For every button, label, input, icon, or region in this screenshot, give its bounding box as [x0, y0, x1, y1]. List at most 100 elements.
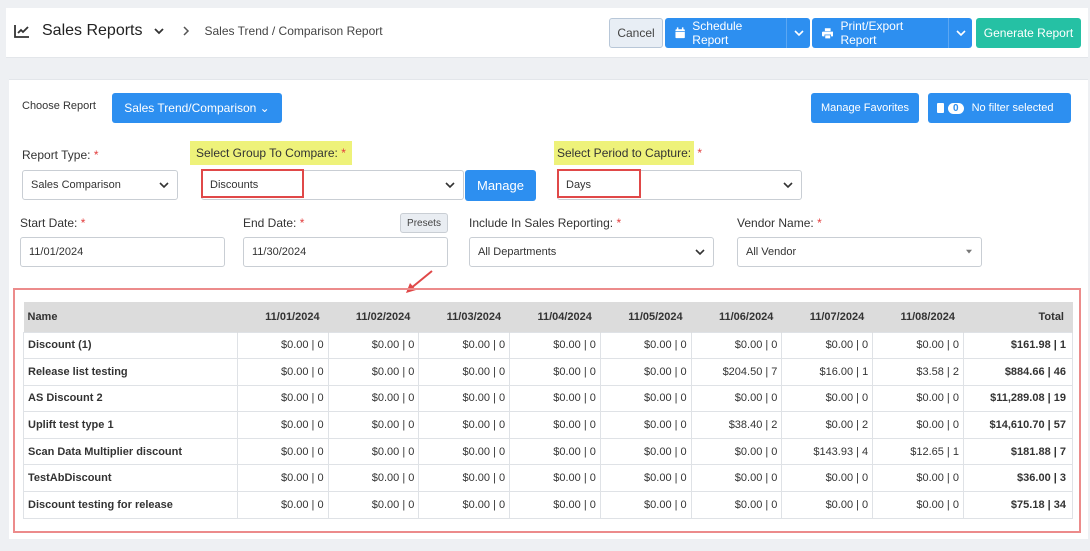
table-cell: $16.00 | 1 [781, 358, 874, 386]
include-sales-select[interactable]: All Departments [469, 237, 714, 267]
table-cell: $0.00 | 0 [872, 411, 964, 439]
table-cell: $0.00 | 0 [690, 464, 783, 493]
vendor-name-label: Vendor Name: * [737, 216, 822, 230]
table-cell: $0.00 | 0 [327, 491, 420, 519]
table-cell: $0.00 | 0 [690, 331, 783, 360]
table-cell: $12.65 | 1 [872, 437, 964, 466]
table-cell: $0.00 | 0 [781, 491, 874, 519]
row-total-cell: $884.66 | 46 [962, 358, 1074, 386]
table-cell: $0.00 | 0 [509, 491, 601, 519]
table-cell: $0.00 | 0 [872, 491, 964, 519]
column-header-date[interactable]: 11/04/2024 [509, 302, 601, 332]
table-cell: $0.00 | 0 [690, 384, 783, 413]
row-total-cell: $75.18 | 34 [962, 491, 1074, 519]
column-header-date[interactable]: 11/06/2024 [691, 302, 783, 332]
print-export-main[interactable]: Print/Export Report [812, 18, 948, 48]
chevron-down-icon [783, 182, 793, 189]
row-total-cell: $161.98 | 1 [962, 331, 1074, 360]
presets-button[interactable]: Presets [400, 213, 448, 233]
manage-favorites-button[interactable]: Manage Favorites [811, 93, 919, 123]
table-cell: $0.00 | 0 [509, 331, 601, 360]
table-row: Scan Data Multiplier discount $0.00 | 0 $0… [23, 437, 1074, 466]
table-cell: $0.00 | 0 [236, 437, 329, 466]
column-header-total[interactable]: Total [963, 302, 1074, 332]
end-date-input[interactable]: 11/30/2024 [243, 237, 448, 267]
start-date-label: Start Date: * [20, 216, 86, 230]
table-cell: $0.00 | 0 [327, 384, 420, 413]
table-cell: $0.00 | 0 [509, 411, 601, 439]
table-cell: $0.00 | 0 [418, 384, 511, 413]
table-cell: $0.00 | 0 [418, 464, 511, 493]
print-export-button[interactable]: Print/Export Report [812, 18, 972, 48]
chevron-down-icon [159, 182, 169, 189]
include-sales-label: Include In Sales Reporting: * [469, 216, 622, 230]
table-cell: $0.00 | 0 [236, 358, 329, 386]
filter-status: No filter selected [971, 102, 1054, 114]
report-type-label: Report Type: * [22, 148, 99, 162]
generate-report-button[interactable]: Generate Report [976, 18, 1081, 48]
schedule-report-button[interactable]: Schedule Report [665, 18, 810, 48]
group-compare-label: Select Group To Compare: * [190, 141, 352, 165]
choose-report-dropdown[interactable]: Sales Trend/Comparison ⌄ [112, 93, 282, 123]
column-header-date[interactable]: 11/03/2024 [418, 302, 511, 332]
table-cell: $0.00 | 0 [690, 437, 783, 466]
table-cell: $0.00 | 0 [418, 411, 511, 439]
results-table: Name 11/01/2024 11/02/2024 11/03/2024 11/04/… [23, 302, 1074, 519]
start-date-input[interactable]: 11/01/2024 [20, 237, 225, 267]
table-cell: $0.00 | 0 [327, 411, 420, 439]
report-title-group[interactable]: Sales Reports Sales Trend / Comparison R… [14, 22, 383, 40]
table-row: Discount (1) $0.00 | 0 $0.00 | 0 $0.00 | 0 $… [23, 331, 1074, 360]
vendor-name-value: All Vendor [746, 246, 797, 258]
print-export-label: Print/Export Report [840, 19, 904, 47]
row-name-cell: Discount testing for release [23, 491, 238, 519]
row-name-cell: TestAbDiscount [23, 464, 238, 493]
table-cell: $143.93 | 4 [781, 437, 874, 466]
row-total-cell: $181.88 | 7 [962, 437, 1074, 466]
schedule-dropdown-toggle[interactable] [786, 18, 810, 48]
table-cell: $0.00 | 0 [327, 437, 420, 466]
table-cell: $0.00 | 0 [509, 384, 601, 413]
period-capture-label: Select Period to Capture: * [554, 141, 702, 165]
column-header-date[interactable]: 11/01/2024 [237, 302, 329, 332]
end-date-label: End Date: * [243, 216, 305, 230]
report-type-select[interactable]: Sales Comparison [22, 170, 178, 200]
table-cell: $0.00 | 0 [599, 464, 692, 493]
row-name-cell: Release list testing [23, 358, 238, 386]
caret-down-icon [966, 249, 972, 254]
column-header-name[interactable]: Name [23, 302, 238, 332]
column-header-date[interactable]: 11/05/2024 [600, 302, 692, 332]
table-cell: $0.00 | 0 [599, 358, 692, 386]
column-header-date[interactable]: 11/07/2024 [781, 302, 874, 332]
table-cell: $0.00 | 0 [781, 384, 874, 413]
filter-button[interactable]: 0 No filter selected [928, 93, 1071, 123]
table-cell: $0.00 | 0 [599, 491, 692, 519]
results-table-container: Name 11/01/2024 11/02/2024 11/03/2024 11/04/… [13, 288, 1081, 533]
chevron-down-icon [695, 249, 705, 256]
table-cell: $0.00 | 0 [599, 437, 692, 466]
row-name-cell: Scan Data Multiplier discount [23, 437, 238, 466]
table-row: Release list testing $0.00 | 0 $0.00 | 0 $0… [23, 358, 1074, 386]
page-title: Sales Reports [42, 22, 143, 39]
column-header-date[interactable]: 11/08/2024 [872, 302, 964, 332]
row-total-cell: $36.00 | 3 [962, 464, 1074, 493]
printer-icon [822, 27, 834, 39]
chevron-down-icon [955, 30, 966, 37]
table-cell: $0.00 | 0 [236, 384, 329, 413]
table-cell: $0.00 | 0 [418, 331, 511, 360]
manage-button[interactable]: Manage [465, 170, 536, 201]
schedule-report-main[interactable]: Schedule Report [665, 18, 786, 48]
vendor-name-select[interactable]: All Vendor [737, 237, 982, 267]
column-header-date[interactable]: 11/02/2024 [328, 302, 420, 332]
table-cell: $0.00 | 0 [599, 384, 692, 413]
table-cell: $0.00 | 2 [781, 411, 874, 439]
table-cell: $0.00 | 0 [327, 331, 420, 360]
chevron-down-icon[interactable] [153, 25, 165, 37]
table-cell: $0.00 | 0 [509, 358, 601, 386]
table-cell: $204.50 | 7 [690, 358, 783, 386]
table-row: Uplift test type 1 $0.00 | 0 $0.00 | 0 $0.0… [23, 411, 1074, 439]
cancel-button[interactable]: Cancel [609, 18, 663, 48]
print-dropdown-toggle[interactable] [948, 18, 972, 48]
table-cell: $0.00 | 0 [690, 491, 783, 519]
table-cell: $0.00 | 0 [509, 464, 601, 493]
table-cell: $0.00 | 0 [781, 331, 874, 360]
